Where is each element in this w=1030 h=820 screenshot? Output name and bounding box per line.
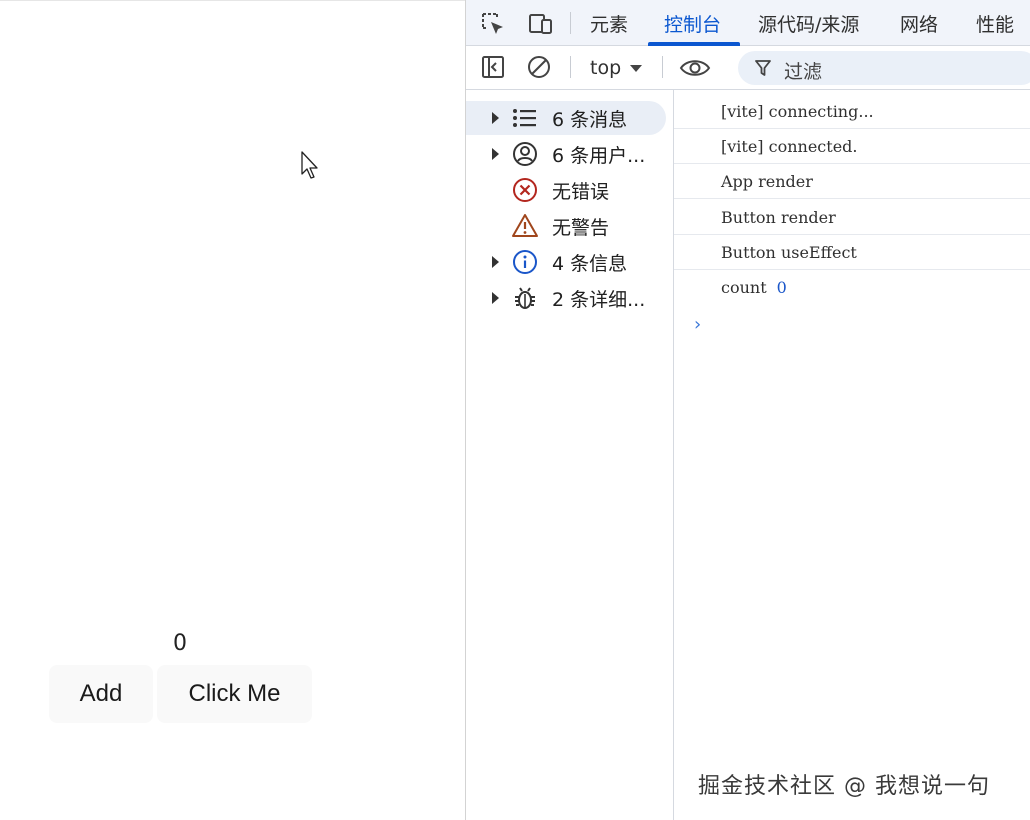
devtools-panel: 元素 控制台 源代码/来源 网络 性能 top 过滤 6 条消息 6 条用户..… [465,0,1030,820]
sidebar-toggle-icon[interactable] [479,53,507,81]
toolbar-separator [570,56,571,78]
expand-arrow-icon[interactable] [490,101,502,135]
context-selector-label: top [590,57,622,79]
console-message-text: count [721,278,767,297]
toolbar-separator [662,56,663,78]
app-page: 0 Add Click Me [0,0,465,820]
console-toolbar: top 过滤 [466,46,1030,90]
tab-console[interactable]: 控制台 [664,0,721,46]
sidebar-item-label: 4 条信息 [552,252,628,275]
console-message: App render [674,164,1030,199]
user-icon [511,140,539,168]
warning-icon [511,212,539,240]
sidebar-item-label: 6 条用户... [552,144,646,167]
sidebar-item-user-messages[interactable]: 6 条用户... [466,137,666,171]
devtools-main-toolbar: 元素 控制台 源代码/来源 网络 性能 [466,0,1030,46]
console-message: [vite] connecting... [674,94,1030,129]
sidebar-item-warnings[interactable]: 无警告 [466,209,666,243]
sidebar-item-messages[interactable]: 6 条消息 [466,101,666,135]
console-message-text: App render [721,171,813,191]
console-message-text: Button useEffect [721,242,857,262]
console-message-text: Button render [721,207,836,227]
click-me-button[interactable]: Click Me [157,665,312,723]
sidebar-item-verbose[interactable]: 2 条详细... [466,281,666,315]
console-sidebar: 6 条消息 6 条用户... 无错误 无警告 4 条信息 2 条详细... [466,90,674,820]
toolbar-separator [570,12,571,34]
tab-performance[interactable]: 性能 [976,0,1014,46]
mouse-cursor-icon [301,151,318,179]
context-selector[interactable]: top [590,52,643,84]
error-icon [511,176,539,204]
console-number-value: 0 [776,278,787,297]
sidebar-item-label: 无警告 [552,216,610,239]
add-button[interactable]: Add [49,665,153,723]
inspect-element-icon[interactable] [479,10,507,38]
live-expression-eye-icon[interactable] [678,54,712,82]
console-message: [vite] connected. [674,129,1030,164]
expand-arrow-icon[interactable] [490,245,502,279]
dropdown-arrow-icon [630,65,643,72]
sidebar-item-errors[interactable]: 无错误 [466,173,666,207]
bug-icon [511,284,539,312]
watermark: 掘金技术社区 @ 我想说一句 [698,774,990,799]
filter-placeholder: 过滤 [784,61,823,83]
console-message-text: [vite] connected. [721,136,858,156]
sidebar-item-label: 无错误 [552,180,610,203]
console-message-text: [vite] connecting... [721,101,874,121]
console-prompt[interactable]: › [692,314,703,335]
sidebar-item-info[interactable]: 4 条信息 [466,245,666,279]
list-icon [511,104,539,132]
console-message: Button useEffect [674,235,1030,270]
tab-sources[interactable]: 源代码/来源 [758,0,859,46]
expand-arrow-icon[interactable] [490,137,502,171]
count-display: 0 [173,631,187,656]
info-icon [511,248,539,276]
filter-funnel-icon [755,60,771,76]
tab-network[interactable]: 网络 [900,0,938,46]
sidebar-item-label: 6 条消息 [552,108,628,131]
console-output[interactable]: [vite] connecting... [vite] connected. A… [674,90,1030,820]
tab-elements[interactable]: 元素 [590,0,628,46]
console-message: Button render [674,200,1030,235]
sidebar-item-label: 2 条详细... [552,288,646,311]
device-toolbar-icon[interactable] [526,10,554,38]
clear-console-icon[interactable] [525,53,553,81]
expand-arrow-icon[interactable] [490,281,502,315]
console-message: count 0 [674,270,1030,305]
filter-input[interactable]: 过滤 [738,51,1030,85]
